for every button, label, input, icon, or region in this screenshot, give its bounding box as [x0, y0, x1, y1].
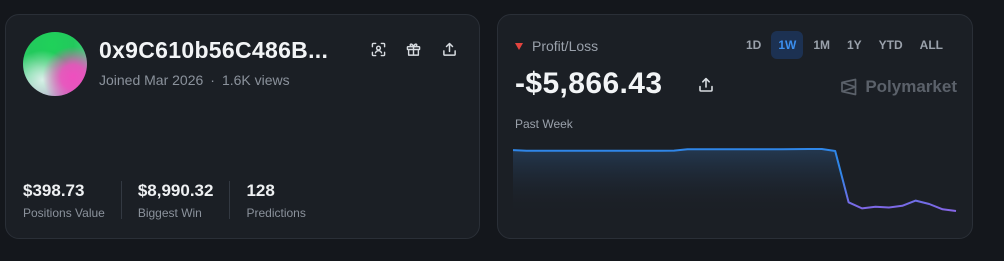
stat-label: Predictions	[246, 206, 306, 220]
stat-predictions: 128 Predictions	[246, 181, 321, 220]
stat-positions-value: $398.73 Positions Value	[23, 181, 122, 220]
polymarket-brand: Polymarket	[840, 77, 957, 97]
range-1m[interactable]: 1M	[806, 31, 837, 59]
stat-value: 128	[246, 181, 275, 200]
share-profile-button[interactable]	[438, 38, 460, 60]
range-1y[interactable]: 1Y	[840, 31, 869, 59]
share-pnl-button[interactable]	[698, 77, 716, 95]
view-count: 1.6K views	[221, 72, 290, 88]
stat-label: Positions Value	[23, 206, 105, 220]
share-icon	[699, 77, 713, 92]
scan-icon	[371, 42, 385, 56]
username: 0x9C610b56C486B...	[99, 37, 329, 63]
pnl-header: Profit/Loss	[515, 38, 598, 54]
profile-stats: $398.73 Positions Value $8,990.32 Bigges…	[23, 181, 338, 220]
range-1w[interactable]: 1W	[771, 31, 804, 59]
pnl-title: Profit/Loss	[532, 38, 599, 54]
pnl-chart	[513, 148, 957, 215]
pnl-area	[513, 149, 956, 215]
joined-date: Joined Mar 2026	[99, 72, 204, 88]
chart-period-label: Past Week	[515, 117, 573, 131]
polymarket-logo-icon	[841, 78, 857, 96]
stat-label: Biggest Win	[137, 206, 202, 220]
scan-button[interactable]	[367, 38, 389, 60]
profile-meta: Joined Mar 2026 · 1.6K views	[99, 72, 290, 88]
brand-name: Polymarket	[865, 77, 957, 96]
pnl-card: Profit/Loss 1D 1W 1M 1Y YTD ALL -$5,866.…	[497, 14, 973, 239]
gift-icon	[406, 42, 420, 56]
range-selector: 1D 1W 1M 1Y YTD ALL	[736, 31, 950, 59]
gift-button[interactable]	[402, 38, 424, 60]
stat-biggest-win: $8,990.32 Biggest Win	[137, 181, 231, 220]
range-all[interactable]: ALL	[913, 31, 950, 59]
range-ytd[interactable]: YTD	[872, 31, 910, 59]
stat-value: $8,990.32	[137, 181, 214, 200]
avatar	[23, 32, 87, 96]
loss-indicator-icon	[515, 42, 523, 50]
stat-value: $398.73	[23, 181, 85, 200]
profile-card: 0x9C610b56C486B... Joined Mar 2026 · 1.6K …	[5, 14, 480, 239]
pnl-value: -$5,866.43	[515, 67, 663, 100]
range-1d[interactable]: 1D	[739, 31, 768, 59]
meta-separator: ·	[210, 72, 215, 88]
share-icon	[442, 42, 456, 56]
